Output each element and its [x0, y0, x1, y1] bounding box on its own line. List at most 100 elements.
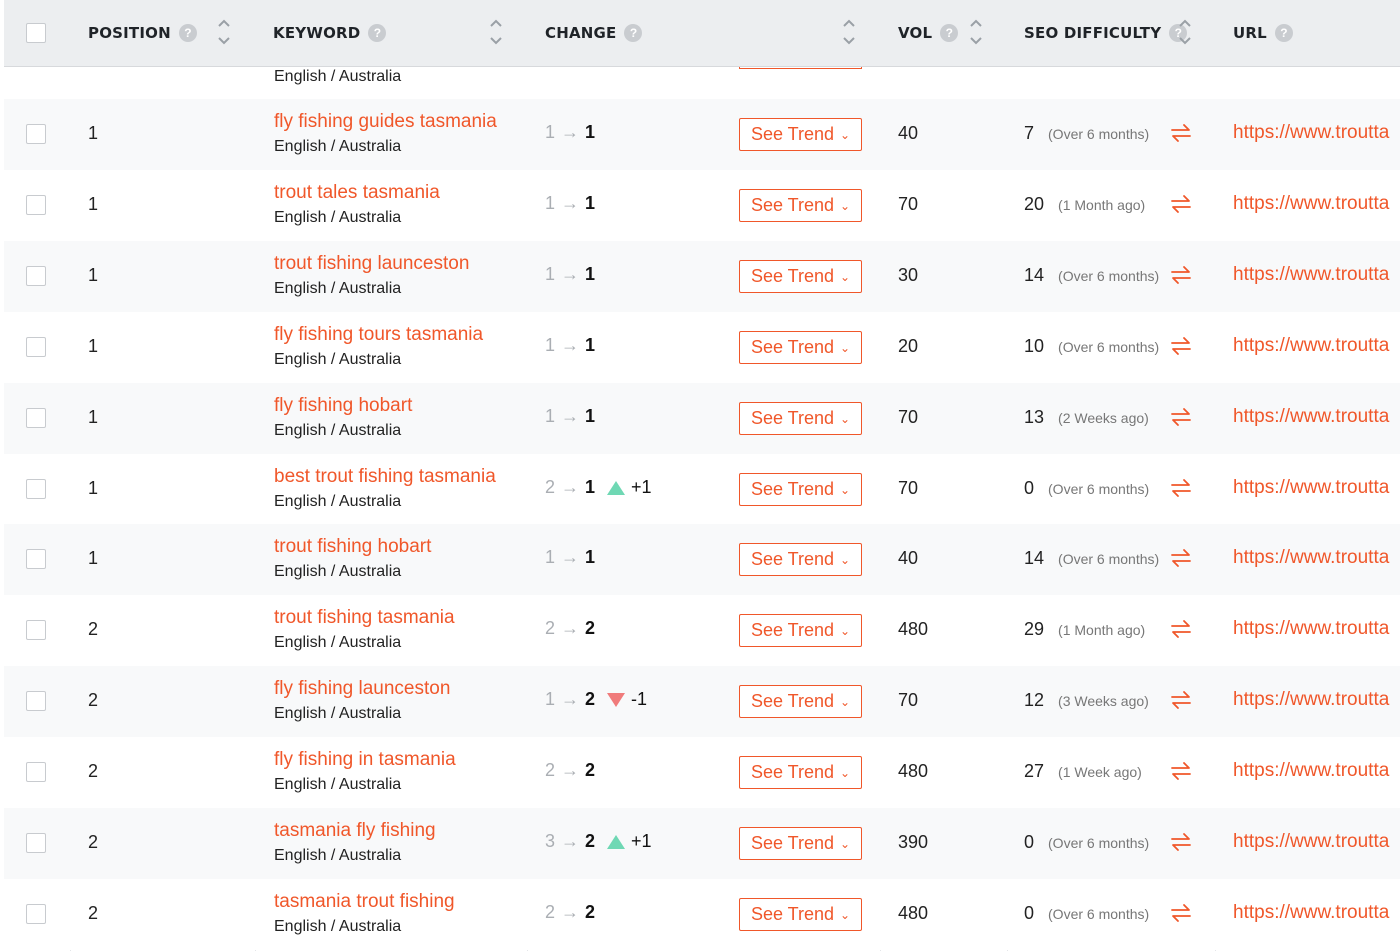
keyword-link[interactable]: trout fishing hobart: [274, 536, 431, 558]
see-trend-button[interactable]: See Trend ⌄: [739, 189, 862, 222]
keyword-link[interactable]: tasmania fly fishing: [274, 820, 436, 842]
sort-icon[interactable]: [1177, 16, 1193, 48]
row-checkbox[interactable]: [26, 266, 46, 286]
volume-value: 480: [898, 761, 929, 781]
row-checkbox[interactable]: [26, 337, 46, 357]
sort-icon[interactable]: [216, 16, 232, 48]
refresh-icon[interactable]: [1168, 120, 1194, 146]
seo-difficulty-age: (1 Week ago): [1058, 764, 1142, 780]
refresh-icon[interactable]: [1168, 687, 1194, 713]
see-trend-button[interactable]: See Trend ⌄: [739, 614, 862, 647]
rank-change: 1 → 1: [545, 122, 595, 143]
row-checkbox[interactable]: [26, 408, 46, 428]
volume-value: 480: [898, 619, 929, 639]
url-link[interactable]: https://www.troutta: [1233, 193, 1389, 215]
row-checkbox[interactable]: [26, 195, 46, 215]
keyword-link[interactable]: trout tales tasmania: [274, 182, 440, 204]
url-link[interactable]: https://www.troutta: [1233, 831, 1389, 853]
keyword-link[interactable]: fly fishing hobart: [274, 395, 412, 417]
sort-icon[interactable]: [488, 16, 504, 48]
select-all-checkbox[interactable]: [26, 23, 46, 43]
arrow-right-icon: →: [561, 406, 580, 426]
refresh-icon[interactable]: [1168, 829, 1194, 855]
chevron-down-icon: ⌄: [840, 694, 851, 709]
see-trend-label: See Trend: [750, 549, 834, 569]
url-link[interactable]: https://www.troutta: [1233, 406, 1389, 428]
refresh-icon[interactable]: [1168, 262, 1194, 288]
seo-difficulty-age: (2 Weeks ago): [1058, 410, 1149, 426]
position-value: 2: [88, 832, 99, 852]
header-seo-difficulty[interactable]: SEO DIFFICULTY ?: [1024, 0, 1188, 66]
see-trend-button[interactable]: See Trend ⌄: [739, 473, 862, 506]
url-link[interactable]: https://www.troutta: [1233, 477, 1389, 499]
refresh-icon[interactable]: [1168, 758, 1194, 784]
help-icon[interactable]: ?: [940, 24, 959, 42]
position-value: 1: [88, 548, 99, 568]
refresh-icon[interactable]: [1168, 475, 1194, 501]
seo-difficulty-value: 13: [1024, 407, 1045, 427]
sort-icon[interactable]: [968, 16, 984, 48]
see-trend-button[interactable]: See Trend ⌄: [739, 685, 862, 718]
see-trend-button[interactable]: See Trend ⌄: [739, 898, 862, 931]
header-change-label: CHANGE: [545, 24, 617, 42]
keyword-link[interactable]: best trout fishing tasmania: [274, 466, 496, 488]
see-trend-button[interactable]: See Trend ⌄: [739, 402, 862, 435]
help-icon[interactable]: ?: [368, 24, 387, 42]
see-trend-button[interactable]: See Trend ⌄: [739, 543, 862, 576]
row-checkbox[interactable]: [26, 904, 46, 924]
keyword-link[interactable]: fly fishing tours tasmania: [274, 324, 483, 346]
position-value: 1: [88, 123, 99, 143]
see-trend-label: See Trend: [750, 337, 834, 357]
help-icon[interactable]: ?: [1274, 24, 1293, 42]
help-icon[interactable]: ?: [624, 24, 643, 42]
keyword-link[interactable]: fly fishing guides tasmania: [274, 111, 497, 133]
keyword-link[interactable]: trout fishing launceston: [274, 253, 469, 275]
header-vol[interactable]: VOL ?: [898, 0, 959, 66]
see-trend-button[interactable]: See Trend ⌄: [739, 260, 862, 293]
keyword-link[interactable]: fly fishing launceston: [274, 678, 450, 700]
refresh-icon[interactable]: [1168, 191, 1194, 217]
volume-value: 390: [898, 832, 929, 852]
keyword-link[interactable]: tasmania trout fishing: [274, 891, 455, 913]
url-link[interactable]: https://www.troutta: [1233, 264, 1389, 286]
header-keyword[interactable]: KEYWORD ?: [273, 0, 387, 66]
row-checkbox[interactable]: [26, 124, 46, 144]
row-checkbox[interactable]: [26, 691, 46, 711]
row-checkbox[interactable]: [26, 762, 46, 782]
url-link[interactable]: https://www.troutta: [1233, 902, 1389, 924]
row-checkbox[interactable]: [26, 549, 46, 569]
row-checkbox[interactable]: [26, 479, 46, 499]
seo-difficulty-cell: 12 (3 Weeks ago): [1024, 690, 1149, 711]
seo-difficulty-cell: 27 (1 Week ago): [1024, 761, 1142, 782]
rank-from: 1: [545, 547, 556, 567]
arrow-right-icon: →: [561, 547, 580, 567]
url-link[interactable]: https://www.troutta: [1233, 618, 1389, 640]
see-trend-button[interactable]: See Trend ⌄: [739, 118, 862, 151]
keyword-link[interactable]: fly fishing in tasmania: [274, 749, 456, 771]
url-link[interactable]: https://www.troutta: [1233, 547, 1389, 569]
url-link[interactable]: https://www.troutta: [1233, 689, 1389, 711]
header-change[interactable]: CHANGE ?: [545, 0, 643, 66]
refresh-icon[interactable]: [1168, 404, 1194, 430]
help-icon[interactable]: ?: [178, 24, 197, 42]
row-checkbox[interactable]: [26, 620, 46, 640]
see-trend-button[interactable]: See Trend ⌄: [739, 331, 862, 364]
url-link[interactable]: https://www.troutta: [1233, 335, 1389, 357]
url-link[interactable]: https://www.troutta: [1233, 760, 1389, 782]
refresh-icon[interactable]: [1168, 545, 1194, 571]
header-url[interactable]: URL ?: [1233, 0, 1293, 66]
refresh-icon[interactable]: [1168, 616, 1194, 642]
see-trend-button[interactable]: See Trend ⌄: [739, 827, 862, 860]
seo-difficulty-age: (Over 6 months): [1048, 481, 1150, 497]
header-position[interactable]: POSITION ?: [88, 0, 197, 66]
url-link[interactable]: https://www.troutta: [1233, 122, 1389, 144]
sort-icon[interactable]: [841, 16, 857, 48]
refresh-icon[interactable]: [1168, 900, 1194, 926]
refresh-icon[interactable]: [1168, 333, 1194, 359]
row-checkbox[interactable]: [26, 833, 46, 853]
keyword-link[interactable]: trout fishing tasmania: [274, 607, 455, 629]
seo-difficulty-cell: 14 (Over 6 months): [1024, 265, 1159, 286]
table-row: 1 trout fishing hobart English / Australia…: [4, 524, 1400, 595]
see-trend-button[interactable]: See Trend ⌄: [739, 756, 862, 789]
seo-difficulty-cell: 20 (1 Month ago): [1024, 194, 1145, 215]
